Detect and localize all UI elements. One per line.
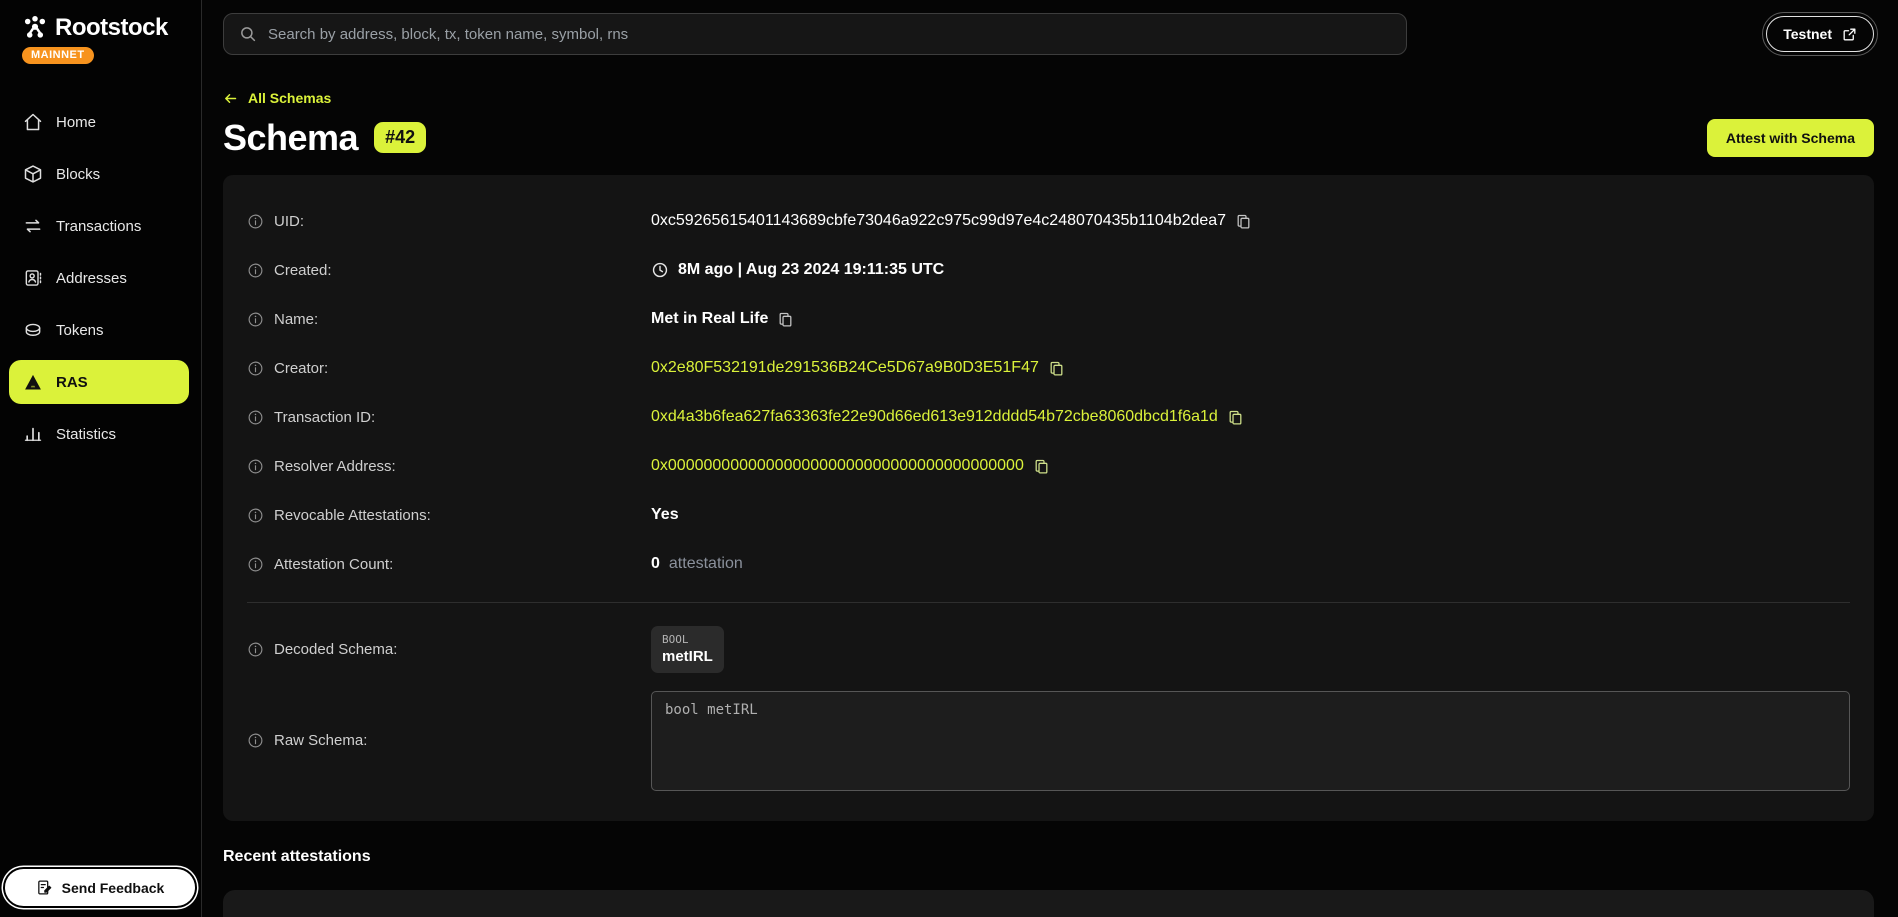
testnet-button[interactable]: Testnet bbox=[1766, 16, 1874, 52]
copy-icon[interactable] bbox=[777, 311, 794, 328]
bar-chart-icon bbox=[23, 424, 43, 444]
sidebar: Rootstock MAINNET Home Blocks Transactio… bbox=[0, 0, 202, 917]
sidebar-item-label: Statistics bbox=[56, 426, 116, 443]
brand-logo[interactable]: Rootstock bbox=[0, 0, 201, 42]
transaction-id-link[interactable]: 0xd4a3b6fea627fa63363fe22e90d66ed613e912… bbox=[651, 408, 1218, 426]
home-icon bbox=[23, 112, 43, 132]
resolver-address-link[interactable]: 0x00000000000000000000000000000000000000… bbox=[651, 457, 1024, 475]
detail-row-resolver-address: Resolver Address: 0x00000000000000000000… bbox=[247, 442, 1850, 491]
sidebar-item-statistics[interactable]: Statistics bbox=[9, 412, 189, 456]
sidebar-item-tokens[interactable]: Tokens bbox=[9, 308, 189, 352]
sidebar-item-blocks[interactable]: Blocks bbox=[9, 152, 189, 196]
revocable-value: Yes bbox=[651, 506, 679, 524]
back-to-all-schemas-link[interactable]: All Schemas bbox=[223, 90, 331, 106]
sidebar-item-label: Home bbox=[56, 114, 96, 131]
contact-card-icon bbox=[23, 268, 43, 288]
detail-row-name: Name: Met in Real Life bbox=[247, 295, 1850, 344]
created-value: 8M ago | Aug 23 2024 19:11:35 UTC bbox=[678, 261, 944, 279]
detail-label: Creator: bbox=[274, 360, 328, 377]
sidebar-item-home[interactable]: Home bbox=[9, 100, 189, 144]
detail-row-decoded-schema: Decoded Schema: BOOL metIRL bbox=[247, 615, 1850, 685]
detail-label: UID: bbox=[274, 213, 304, 230]
sidebar-item-label: Addresses bbox=[56, 270, 127, 287]
schema-number-badge: #42 bbox=[374, 122, 426, 153]
decoded-schema-chip: BOOL metIRL bbox=[651, 626, 724, 673]
sidebar-nav: Home Blocks Transactions Addresses Token… bbox=[0, 100, 201, 456]
attest-with-schema-button[interactable]: Attest with Schema bbox=[1707, 119, 1874, 157]
detail-row-attestation-count: Attestation Count: 0 attestation bbox=[247, 540, 1850, 589]
copy-icon[interactable] bbox=[1227, 409, 1244, 426]
recent-attestations-heading: Recent attestations bbox=[223, 848, 1874, 866]
copy-icon[interactable] bbox=[1033, 458, 1050, 475]
schema-detail-card: UID: 0xc59265615401143689cbfe73046a922c9… bbox=[223, 175, 1874, 821]
attestation-triangle-icon bbox=[23, 372, 43, 392]
copy-icon[interactable] bbox=[1048, 360, 1065, 377]
topbar: Testnet bbox=[223, 13, 1874, 55]
back-link-label: All Schemas bbox=[248, 90, 331, 106]
raw-schema-textarea[interactable] bbox=[651, 691, 1850, 791]
detail-row-raw-schema: Raw Schema: bbox=[247, 685, 1850, 797]
info-icon[interactable] bbox=[247, 360, 264, 377]
testnet-label: Testnet bbox=[1783, 26, 1832, 42]
info-icon[interactable] bbox=[247, 311, 264, 328]
sidebar-item-label: Transactions bbox=[56, 218, 141, 235]
title-row: Schema #42 Attest with Schema bbox=[223, 117, 1874, 159]
detail-label: Revocable Attestations: bbox=[274, 507, 431, 524]
detail-label: Decoded Schema: bbox=[274, 641, 397, 658]
detail-row-creator: Creator: 0x2e80F532191de291536B24Ce5D67a… bbox=[247, 344, 1850, 393]
search-input[interactable] bbox=[223, 13, 1407, 55]
card-divider bbox=[247, 602, 1850, 603]
detail-label: Attestation Count: bbox=[274, 556, 393, 573]
copy-icon[interactable] bbox=[1235, 213, 1252, 230]
sidebar-item-addresses[interactable]: Addresses bbox=[9, 256, 189, 300]
detail-label: Created: bbox=[274, 262, 332, 279]
decoded-schema-field: metIRL bbox=[662, 648, 713, 665]
detail-label: Raw Schema: bbox=[274, 732, 367, 749]
search-icon bbox=[239, 25, 257, 43]
info-icon[interactable] bbox=[247, 641, 264, 658]
sidebar-item-label: RAS bbox=[56, 374, 88, 391]
detail-row-created: Created: 8M ago | Aug 23 2024 19:11:35 U… bbox=[247, 246, 1850, 295]
detail-row-transaction-id: Transaction ID: 0xd4a3b6fea627fa63363fe2… bbox=[247, 393, 1850, 442]
cube-icon bbox=[23, 164, 43, 184]
info-icon[interactable] bbox=[247, 458, 264, 475]
detail-row-revocable: Revocable Attestations: Yes bbox=[247, 491, 1850, 540]
info-icon[interactable] bbox=[247, 213, 264, 230]
info-icon[interactable] bbox=[247, 556, 264, 573]
info-icon[interactable] bbox=[247, 262, 264, 279]
page-title: Schema bbox=[223, 117, 358, 159]
info-icon[interactable] bbox=[247, 732, 264, 749]
uid-value: 0xc59265615401143689cbfe73046a922c975c99… bbox=[651, 212, 1226, 230]
coin-icon bbox=[23, 320, 43, 340]
search-bar bbox=[223, 13, 1407, 55]
info-icon[interactable] bbox=[247, 507, 264, 524]
creator-address-link[interactable]: 0x2e80F532191de291536B24Ce5D67a9B0D3E51F… bbox=[651, 359, 1039, 377]
sidebar-item-label: Tokens bbox=[56, 322, 104, 339]
detail-label: Resolver Address: bbox=[274, 458, 396, 475]
brand-name: Rootstock bbox=[55, 14, 168, 42]
external-link-icon bbox=[1842, 27, 1857, 42]
arrow-left-icon bbox=[223, 91, 238, 106]
send-feedback-button[interactable]: Send Feedback bbox=[5, 869, 195, 906]
clock-icon bbox=[651, 261, 669, 279]
sidebar-item-label: Blocks bbox=[56, 166, 100, 183]
rootstock-logo-icon bbox=[22, 15, 48, 41]
detail-label: Name: bbox=[274, 311, 318, 328]
main-content: Testnet All Schemas Schema #42 Attest wi… bbox=[203, 0, 1898, 917]
schema-name-value: Met in Real Life bbox=[651, 310, 768, 328]
feedback-label: Send Feedback bbox=[62, 880, 165, 896]
info-icon[interactable] bbox=[247, 409, 264, 426]
transfer-arrows-icon bbox=[23, 216, 43, 236]
decoded-schema-type: BOOL bbox=[662, 633, 713, 646]
feedback-pencil-icon bbox=[36, 879, 53, 896]
attestation-count-unit: attestation bbox=[669, 555, 743, 573]
sidebar-item-ras[interactable]: RAS bbox=[9, 360, 189, 404]
sidebar-item-transactions[interactable]: Transactions bbox=[9, 204, 189, 248]
detail-label: Transaction ID: bbox=[274, 409, 375, 426]
attestations-table-header: UID Schema From To Type Date Time (UTC) bbox=[223, 890, 1874, 917]
detail-row-uid: UID: 0xc59265615401143689cbfe73046a922c9… bbox=[247, 197, 1850, 246]
network-badge: MAINNET bbox=[22, 47, 94, 64]
attestation-count-value: 0 bbox=[651, 555, 660, 573]
